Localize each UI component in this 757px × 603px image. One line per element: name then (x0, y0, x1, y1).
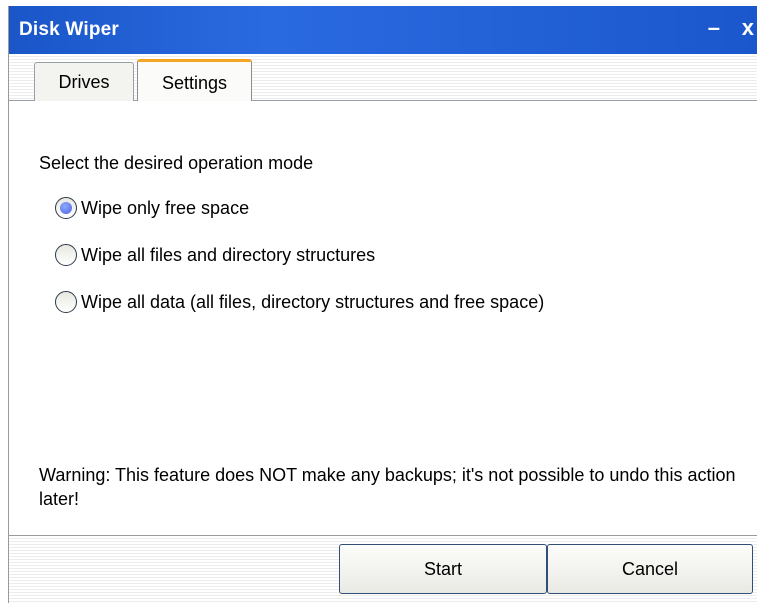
radio-button[interactable] (55, 197, 77, 219)
mode-option-free-space[interactable]: Wipe only free space (55, 197, 249, 219)
start-button[interactable]: Start (339, 544, 547, 594)
tab-settings[interactable]: Settings (137, 59, 252, 104)
cancel-button[interactable]: Cancel (547, 544, 753, 594)
tab-drives[interactable]: Drives (34, 62, 134, 101)
radio-button[interactable] (55, 291, 77, 313)
mode-option-files-and-directories[interactable]: Wipe all files and directory structures (55, 244, 375, 266)
button-bar: Start Cancel (9, 536, 757, 603)
disk-wiper-window: Disk Wiper – x Drives Settings Select th… (8, 6, 757, 603)
mode-label[interactable]: Wipe all files and directory structures (81, 245, 375, 266)
mode-option-all-data[interactable]: Wipe all data (all files, directory stru… (55, 291, 544, 313)
close-button[interactable]: x (742, 15, 754, 41)
settings-panel: Select the desired operation mode Wipe o… (9, 101, 757, 536)
title-bar[interactable]: Disk Wiper – x (9, 6, 757, 54)
warning-text: Warning: This feature does NOT make any … (39, 465, 736, 509)
mode-label[interactable]: Wipe all data (all files, directory stru… (81, 292, 544, 313)
window-title: Disk Wiper (19, 19, 120, 40)
minimize-button[interactable]: – (708, 15, 720, 41)
mode-label[interactable]: Wipe only free space (81, 198, 249, 219)
operation-mode-prompt: Select the desired operation mode (39, 153, 314, 173)
radio-button[interactable] (55, 244, 77, 266)
